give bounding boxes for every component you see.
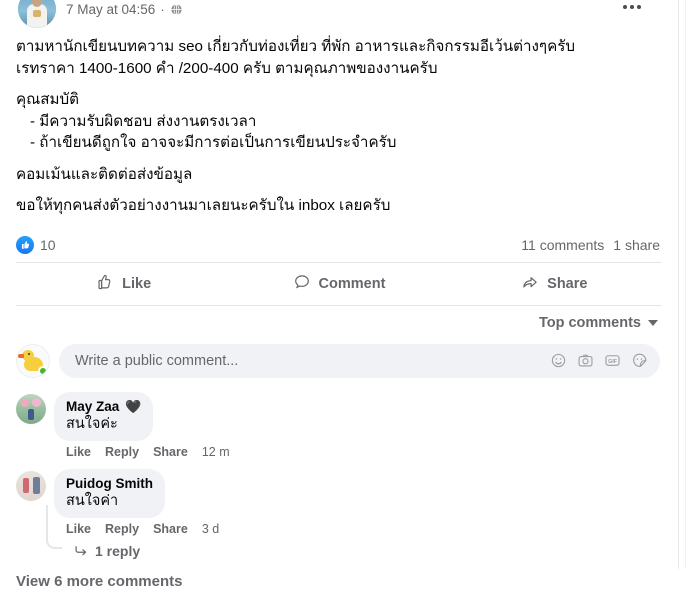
chevron-down-icon (648, 319, 658, 326)
comment-item: May Zaa 🖤 สนใจค่ะ Like Reply Share 12 m (16, 391, 662, 459)
comment-like-button[interactable]: Like (66, 445, 91, 459)
view-replies-label: 1 reply (95, 542, 141, 559)
comment-reply-button[interactable]: Reply (105, 522, 139, 536)
comment-bubble-icon (293, 273, 311, 295)
comment-button[interactable]: Comment (231, 267, 446, 301)
post-line: ขอให้ทุกคนส่งตัวอย่างงานมาเลยนะครับใน in… (16, 197, 391, 214)
meta-separator: · (160, 2, 165, 17)
composer-icon-group: GIF (550, 352, 648, 369)
globe-icon[interactable] (170, 3, 183, 16)
comment-like-button[interactable]: Like (66, 522, 91, 536)
view-more-comments-button[interactable]: View 6 more comments (0, 559, 678, 590)
reply-thread-connector (46, 504, 62, 549)
engagement-summary: 10 11 comments 1 share (0, 231, 678, 259)
comment-actions: Like Reply Share 3 d (54, 518, 219, 536)
name-emoji-icon: 🖤 (125, 398, 142, 414)
thumbs-up-icon (96, 273, 114, 295)
post-header: 7 May at 04:56 · (0, 0, 678, 30)
comment-input[interactable] (73, 351, 550, 370)
emoji-icon[interactable] (550, 352, 567, 369)
shares-count[interactable]: 1 share (613, 237, 660, 253)
post-container: 7 May at 04:56 · ตามหานักเขียนบทความ seo… (0, 0, 678, 590)
post-line: - มีความรับผิดชอบ ส่งงานตรงเวลา (30, 112, 257, 130)
comment-text: สนใจค่า (66, 492, 119, 509)
online-status-indicator (38, 365, 48, 376)
like-reaction-icon (16, 235, 34, 254)
duck-avatar-beak (18, 353, 24, 358)
commenter-avatar[interactable] (16, 470, 46, 501)
more-options-icon-dot (623, 5, 627, 9)
post-line: เรทราคา 1400-1600 คำ /200-400 ครับ ตามคุ… (16, 59, 438, 77)
commenter-name-row: Puidog Smith (66, 475, 153, 492)
comments-count[interactable]: 11 comments (521, 237, 604, 253)
post-timestamp[interactable]: 7 May at 04:56 (66, 2, 155, 17)
view-replies-button[interactable]: 1 reply (74, 543, 662, 559)
comment-actions: Like Reply Share 12 m (54, 441, 230, 459)
share-arrow-icon (521, 273, 539, 295)
reply-arrow-icon (74, 544, 88, 558)
post-meta: 7 May at 04:56 · (66, 2, 183, 17)
comment-composer: GIF (0, 340, 678, 382)
comment-bubble: Puidog Smith สนใจค่า (54, 468, 165, 518)
comment-input-wrapper[interactable]: GIF (59, 343, 660, 378)
commenter-name[interactable]: Puidog Smith (66, 475, 153, 492)
comment-text: สนใจค่ะ (66, 415, 118, 432)
current-user-avatar[interactable] (16, 343, 50, 378)
right-edge-gutter (678, 0, 692, 569)
sticker-icon[interactable] (631, 352, 648, 369)
comment-body: May Zaa 🖤 สนใจค่ะ Like Reply Share 12 m (54, 391, 230, 459)
comment-bubble: May Zaa 🖤 สนใจค่ะ (54, 391, 154, 441)
comments-sort-label: Top comments (538, 314, 641, 331)
comment-share-button[interactable]: Share (153, 522, 188, 536)
comment-item: Puidog Smith สนใจค่า Like Reply Share 3 … (16, 468, 662, 549)
commenter-name-row: May Zaa 🖤 (66, 398, 141, 415)
comment-reply-button[interactable]: Reply (105, 445, 139, 459)
comment-share-button[interactable]: Share (153, 445, 188, 459)
comments-list: May Zaa 🖤 สนใจค่ะ Like Reply Share 12 m (0, 382, 678, 559)
share-button[interactable]: Share (447, 267, 662, 301)
post-line: ตามหานักเขียนบทความ seo เกี่ยวกับท่องเที… (16, 38, 576, 55)
post-actions: Like Comment Share (16, 263, 662, 305)
comments-sort-selector[interactable]: Top comments (0, 306, 678, 340)
post-line: คอมเม้นและติดต่อส่งข้อมูล (16, 165, 193, 183)
svg-text:GIF: GIF (608, 359, 618, 365)
commenter-avatar[interactable] (16, 393, 46, 424)
avatar-shirt-graphic (33, 10, 41, 17)
comment-body: Puidog Smith สนใจค่า Like Reply Share 3 … (54, 468, 219, 536)
more-options-icon-dot (637, 5, 641, 9)
reaction-count: 10 (40, 236, 56, 253)
comment-timestamp[interactable]: 3 d (202, 522, 219, 536)
counts-right: 11 comments 1 share (521, 237, 660, 253)
avatar-figure (28, 408, 34, 420)
comment-button-label: Comment (318, 275, 386, 292)
reaction-summary[interactable]: 10 (16, 235, 56, 254)
post-text: ตามหานักเขียนบทความ seo เกี่ยวกับท่องเที… (0, 30, 678, 217)
comment-timestamp[interactable]: 12 m (202, 445, 230, 459)
gif-icon[interactable]: GIF (604, 352, 621, 369)
share-button-label: Share (547, 275, 588, 292)
commenter-name[interactable]: May Zaa (66, 398, 119, 415)
like-button-label: Like (122, 275, 152, 292)
post-line: - ถ้าเขียนดีถูกใจ อาจจะมีการต่อเป็นการเข… (30, 134, 397, 151)
facebook-post-view: 7 May at 04:56 · ตามหานักเขียนบทความ seo… (0, 0, 692, 590)
post-options-button[interactable] (618, 0, 646, 16)
like-button[interactable]: Like (16, 267, 231, 301)
more-options-icon-dot (630, 5, 634, 9)
author-avatar[interactable] (18, 0, 56, 28)
post-line: คุณสมบัติ (16, 91, 80, 108)
camera-icon[interactable] (577, 352, 594, 369)
